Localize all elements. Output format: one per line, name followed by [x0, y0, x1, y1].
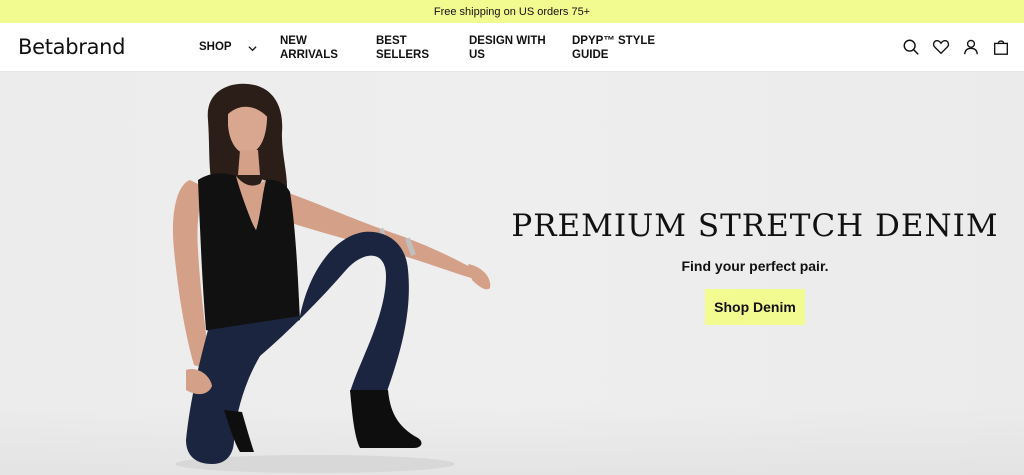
account-icon[interactable]: [961, 37, 980, 56]
brand-logo[interactable]: Betabrand: [18, 35, 126, 59]
chevron-down-icon: [248, 43, 257, 52]
site-header: Betabrand SHOP NEW ARRIVALS BEST SELLERS…: [0, 23, 1024, 72]
nav-item-best-sellers[interactable]: BEST SELLERS: [376, 34, 436, 62]
heart-icon[interactable]: [931, 37, 950, 56]
nav-item-new-arrivals[interactable]: NEW ARRIVALS: [280, 34, 350, 62]
hero-model-image: [172, 83, 491, 473]
shop-denim-button[interactable]: Shop Denim: [705, 289, 805, 325]
search-icon[interactable]: [901, 37, 920, 56]
header-icons: [901, 37, 1010, 56]
cart-icon[interactable]: [991, 37, 1010, 56]
nav-item-label: SHOP: [199, 41, 232, 53]
nav-item-design-with-us[interactable]: DESIGN WITH US: [469, 34, 559, 62]
nav-item-style-guide[interactable]: DPYP™ STYLE GUIDE: [572, 34, 662, 62]
hero-banner: PREMIUM STRETCH DENIM Find your perfect …: [0, 72, 1024, 475]
hero-subtitle: Find your perfect pair.: [681, 258, 829, 274]
promo-bar: Free shipping on US orders 75+: [0, 0, 1024, 23]
hero-copy: PREMIUM STRETCH DENIM Find your perfect …: [511, 208, 998, 325]
promo-text: Free shipping on US orders 75+: [433, 5, 591, 18]
hero-title: PREMIUM STRETCH DENIM: [511, 208, 999, 244]
nav-item-shop[interactable]: SHOP: [199, 40, 257, 54]
